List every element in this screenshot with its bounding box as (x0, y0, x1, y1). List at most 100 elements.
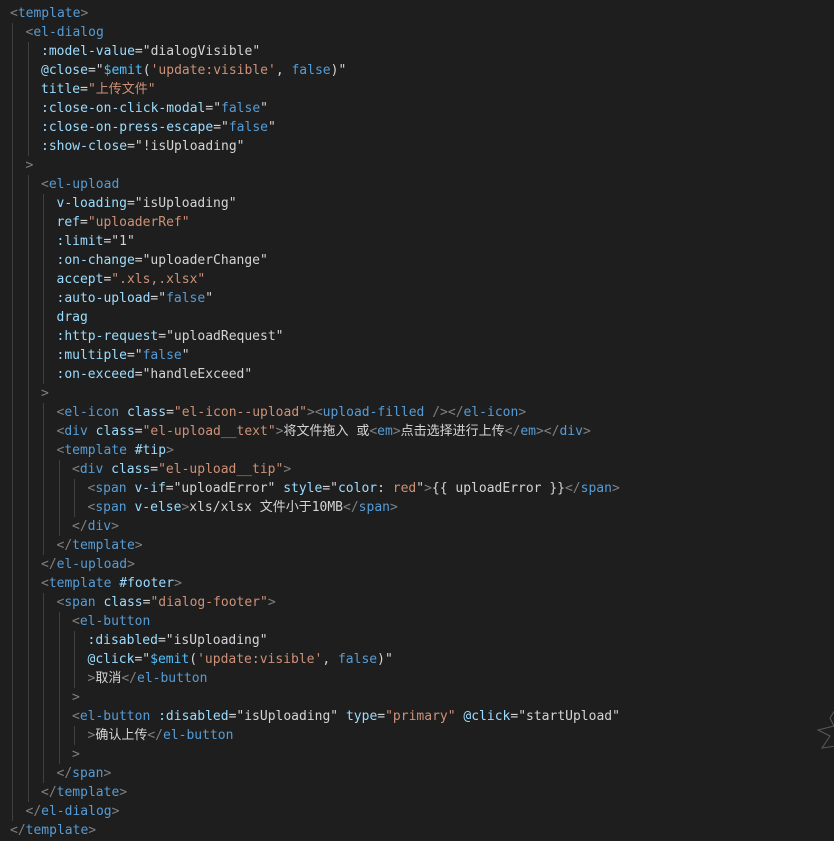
code-token: template (72, 538, 135, 553)
code-line[interactable]: > (72, 745, 80, 764)
code-line[interactable]: >取消</el-button (88, 669, 208, 688)
code-line[interactable]: </template> (57, 536, 143, 555)
code-line[interactable]: > (41, 384, 49, 403)
code-line[interactable]: @close="$emit('update:visible', false)" (41, 61, 346, 80)
code-line[interactable]: > (26, 156, 34, 175)
code-line[interactable]: > (72, 688, 80, 707)
code-token: el-button (163, 728, 234, 743)
code-token: "uploadError" (173, 481, 276, 496)
code-line[interactable]: >确认上传</el-button (88, 726, 234, 745)
code-token: ref (56, 215, 80, 230)
code-line[interactable]: </el-dialog> (26, 802, 120, 821)
code-token: " (416, 481, 425, 496)
code-line[interactable]: :close-on-click-modal="false" (41, 99, 268, 118)
code-line[interactable]: accept=".xls,.xlsx" (57, 270, 206, 289)
code-line[interactable]: </template> (10, 821, 96, 840)
code-token: 确认上传 (95, 728, 148, 743)
code-token: "uploadRequest" (166, 329, 284, 344)
code-line[interactable]: <template #footer> (41, 574, 182, 593)
code-token: " (142, 652, 151, 667)
code-token: 'update:visible' (150, 63, 276, 78)
code-token: v-if (134, 481, 166, 496)
code-line[interactable]: <el-icon class="el-icon--upload"><upload… (57, 403, 527, 422)
code-line[interactable]: <div class="el-upload__tip"> (72, 460, 291, 479)
code-line[interactable]: <el-dialog (26, 23, 104, 42)
code-line[interactable]: v-loading="isUploading" (57, 194, 237, 213)
code-token: :close-on-click-modal (41, 101, 206, 116)
code-line[interactable]: :multiple="false" (57, 346, 190, 365)
code-line[interactable]: :close-on-press-escape="false" (41, 118, 276, 137)
code-token: 取消 (95, 671, 122, 686)
code-token: uploadError (455, 481, 542, 496)
code-line[interactable]: :limit="1" (57, 232, 135, 251)
code-line[interactable]: :auto-upload="false" (57, 289, 214, 308)
code-line[interactable]: <el-button (72, 612, 150, 631)
code-token: :on-exceed (56, 367, 135, 382)
code-line[interactable]: <template> (10, 4, 88, 23)
code-token: > (582, 424, 591, 439)
code-token: #tip (134, 443, 167, 458)
code-line[interactable]: </div> (72, 517, 119, 536)
code-token: " (260, 101, 268, 116)
code-token: el-button (79, 614, 151, 629)
code-line[interactable]: ref="uploaderRef" (57, 213, 190, 232)
code-token: = (157, 633, 166, 648)
code-token: "el-icon--upload" (173, 405, 307, 420)
code-token: "!isUploading" (134, 139, 245, 154)
code-token: div (559, 424, 583, 439)
code-line[interactable]: <span v-if="uploadError" style="color: r… (88, 479, 620, 498)
indent-guide (58, 612, 60, 764)
code-token: accept (56, 272, 104, 287)
code-token: red (392, 481, 417, 496)
code-token: ) (377, 652, 385, 667)
code-token: }} (541, 481, 565, 496)
code-token: drag (56, 310, 88, 325)
code-line[interactable]: <template #tip> (57, 441, 174, 460)
code-line[interactable]: :show-close="!isUploading" (41, 137, 245, 156)
code-token: </ (147, 728, 163, 743)
code-token: = (213, 120, 222, 135)
code-token: > (88, 823, 97, 838)
code-line[interactable]: </template> (41, 783, 127, 802)
code-line[interactable]: <span class="dialog-footer"> (57, 593, 276, 612)
code-token: 将文件拖入 或 (283, 424, 370, 439)
spark-icon (816, 710, 834, 749)
code-token: span (95, 500, 127, 515)
code-token: false (291, 63, 331, 78)
code-line[interactable]: </el-upload> (41, 555, 135, 574)
indent-guide (74, 631, 75, 688)
code-token: span (64, 595, 96, 610)
code-line[interactable]: <span v-else>xls/xlsx 文件小于10MB</span> (88, 498, 398, 517)
code-token: #footer (119, 576, 175, 591)
code-line[interactable]: drag (57, 308, 88, 327)
code-line[interactable]: :disabled="isUploading" (88, 631, 268, 650)
code-token: = (134, 253, 143, 268)
code-token: el-dialog (41, 804, 112, 819)
code-editor[interactable]: <template> <el-dialog:model-value="dialog… (0, 0, 834, 841)
code-line[interactable]: <div class="el-upload__text">将文件拖入 或<em>… (57, 422, 591, 441)
code-token: @click (87, 652, 135, 667)
code-token: ( (142, 63, 151, 78)
code-token: > (80, 6, 89, 21)
code-line[interactable]: </span> (57, 764, 112, 783)
code-line[interactable]: <el-upload (41, 175, 119, 194)
code-line[interactable]: @click="$emit('update:visible', false)" (88, 650, 393, 669)
code-token: > (166, 443, 174, 458)
code-token: > (306, 405, 315, 420)
indent-guide (12, 23, 13, 821)
code-line[interactable]: title="上传文件" (41, 80, 156, 99)
code-token: = (150, 462, 159, 477)
code-line[interactable]: :model-value="dialogVisible" (41, 42, 260, 61)
code-line[interactable]: <el-button :disabled="isUploading" type=… (72, 707, 620, 726)
code-token: = (126, 348, 135, 363)
code-line[interactable]: :on-change="uploaderChange" (57, 251, 268, 270)
code-token: $emit (103, 63, 143, 78)
code-line[interactable]: :http-request="uploadRequest" (57, 327, 284, 346)
code-token: </ (343, 500, 359, 515)
code-line[interactable]: :on-exceed="handleExceed" (57, 365, 253, 384)
code-token: :show-close (41, 139, 128, 154)
code-token: > (535, 424, 544, 439)
code-token: div (87, 519, 112, 534)
code-token: false (142, 348, 182, 363)
code-token: = (134, 44, 143, 59)
